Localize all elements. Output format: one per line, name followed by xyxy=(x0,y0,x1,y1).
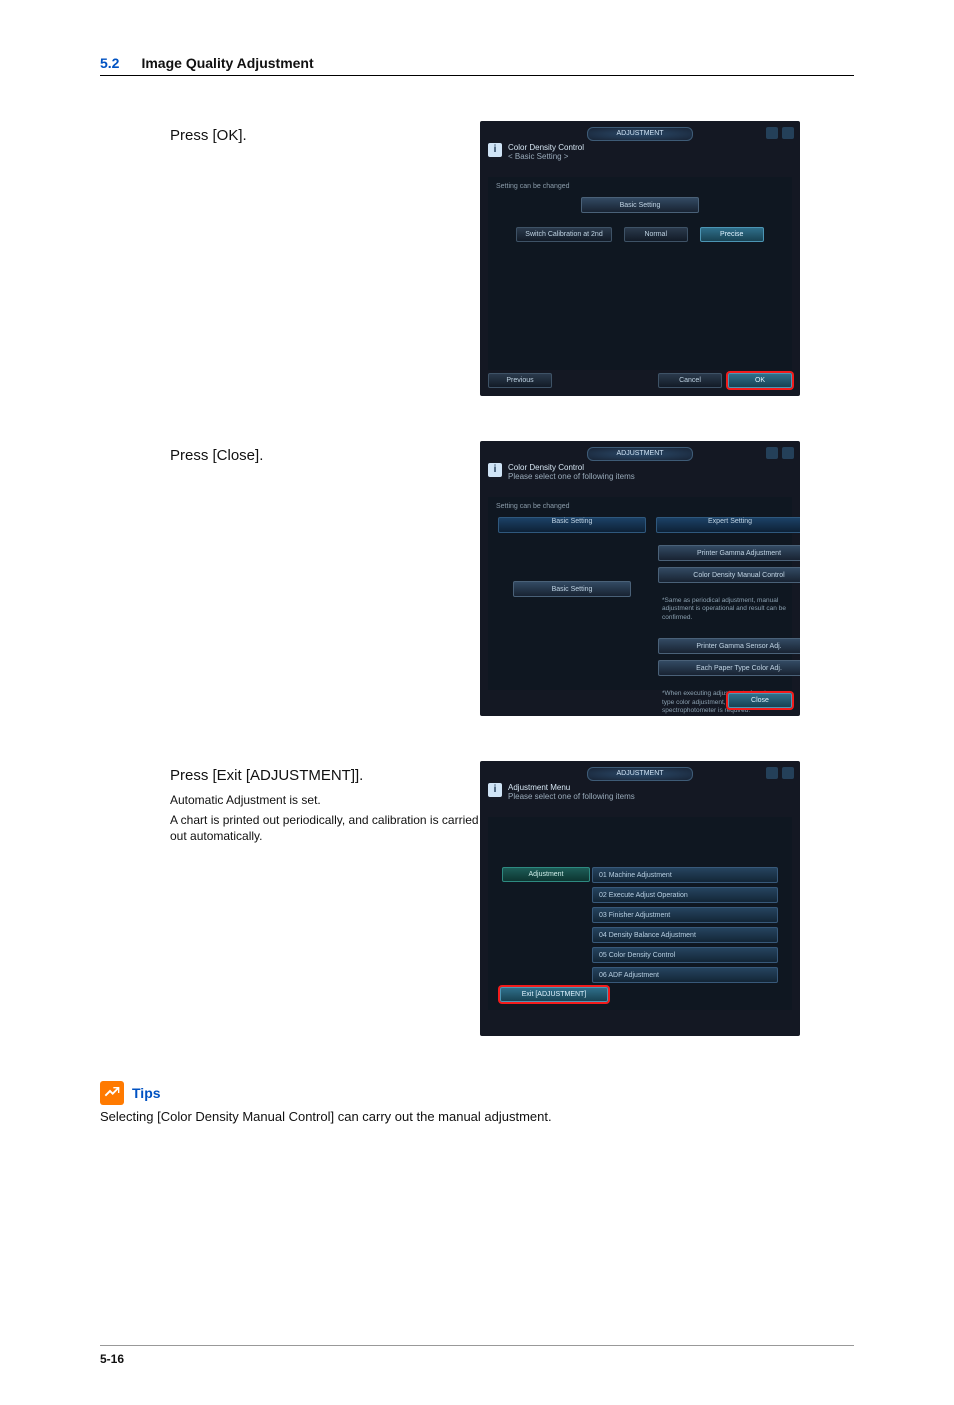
step-heading: Press [Close]. xyxy=(170,447,480,464)
color-density-manual-control-button[interactable]: Color Density Manual Control xyxy=(658,567,800,583)
precise-button[interactable]: Precise xyxy=(700,227,764,242)
each-paper-type-color-adj-button[interactable]: Each Paper Type Color Adj. xyxy=(658,660,800,676)
screen-title: Adjustment Menu xyxy=(508,783,635,792)
info-icon: i xyxy=(488,143,502,157)
screenshot-ok: ADJUSTMENT i Color Density Control < Bas… xyxy=(480,121,800,396)
menu-item-density-balance-adjustment[interactable]: 04 Density Balance Adjustment xyxy=(592,927,778,943)
tips-body: Selecting [Color Density Manual Control]… xyxy=(100,1109,854,1124)
tips-heading: Tips xyxy=(132,1085,161,1101)
help-icon xyxy=(782,767,794,779)
previous-button[interactable]: Previous xyxy=(488,373,552,388)
printer-gamma-adjustment-button[interactable]: Printer Gamma Adjustment xyxy=(658,545,800,561)
mode-banner: ADJUSTMENT xyxy=(587,767,692,781)
section-tab[interactable]: Basic Setting xyxy=(581,197,699,213)
screenshot-close: ADJUSTMENT i Color Density Control Pleas… xyxy=(480,441,800,716)
expert-tab[interactable]: Expert Setting xyxy=(656,517,800,533)
help-icon xyxy=(782,447,794,459)
screen-title: Color Density Control xyxy=(508,143,584,152)
adjustment-category-button[interactable]: Adjustment xyxy=(502,867,590,882)
mode-banner: ADJUSTMENT xyxy=(587,447,692,461)
printer-gamma-sensor-adj-button[interactable]: Printer Gamma Sensor Adj. xyxy=(658,638,800,654)
info-icon: i xyxy=(488,463,502,477)
ok-button[interactable]: OK xyxy=(728,373,792,388)
close-button[interactable]: Close xyxy=(728,693,792,708)
screen-subtitle: Please select one of following items xyxy=(508,792,635,801)
step-sub: A chart is printed out periodically, and… xyxy=(170,812,480,844)
section-number: 5.2 xyxy=(100,55,119,71)
screen-title: Color Density Control xyxy=(508,463,635,472)
help-icon xyxy=(782,127,794,139)
screen-subtitle: Please select one of following items xyxy=(508,472,635,481)
switch-label-button[interactable]: Switch Calibration at 2nd xyxy=(516,227,611,242)
basic-setting-button[interactable]: Basic Setting xyxy=(513,581,631,597)
mode-banner: ADJUSTMENT xyxy=(587,127,692,141)
hint-text: Setting can be changed xyxy=(488,497,792,516)
basic-tab[interactable]: Basic Setting xyxy=(498,517,646,533)
step-heading: Press [OK]. xyxy=(170,127,480,144)
exit-adjustment-button[interactable]: Exit [ADJUSTMENT] xyxy=(500,987,608,1002)
cancel-button[interactable]: Cancel xyxy=(658,373,722,388)
note-text: *Same as periodical adjustment, manual a… xyxy=(658,589,800,632)
status-icon xyxy=(766,767,778,779)
menu-item-color-density-control[interactable]: 05 Color Density Control xyxy=(592,947,778,963)
screen-subtitle: < Basic Setting > xyxy=(508,152,584,161)
normal-button[interactable]: Normal xyxy=(624,227,688,242)
status-icon xyxy=(766,127,778,139)
menu-item-execute-adjust-operation[interactable]: 02 Execute Adjust Operation xyxy=(592,887,778,903)
info-icon: i xyxy=(488,783,502,797)
section-title: Image Quality Adjustment xyxy=(141,55,313,71)
menu-item-adf-adjustment[interactable]: 06 ADF Adjustment xyxy=(592,967,778,983)
step-heading: Press [Exit [ADJUSTMENT]]. xyxy=(170,767,480,784)
status-icon xyxy=(766,447,778,459)
step-sub: Automatic Adjustment is set. xyxy=(170,792,480,808)
menu-item-finisher-adjustment[interactable]: 03 Finisher Adjustment xyxy=(592,907,778,923)
hint-text: Setting can be changed xyxy=(488,177,792,196)
menu-item-machine-adjustment[interactable]: 01 Machine Adjustment xyxy=(592,867,778,883)
page-number: 5-16 xyxy=(100,1345,854,1366)
screenshot-exit: ADJUSTMENT i Adjustment Menu Please sele… xyxy=(480,761,800,1036)
tips-icon xyxy=(100,1081,124,1105)
